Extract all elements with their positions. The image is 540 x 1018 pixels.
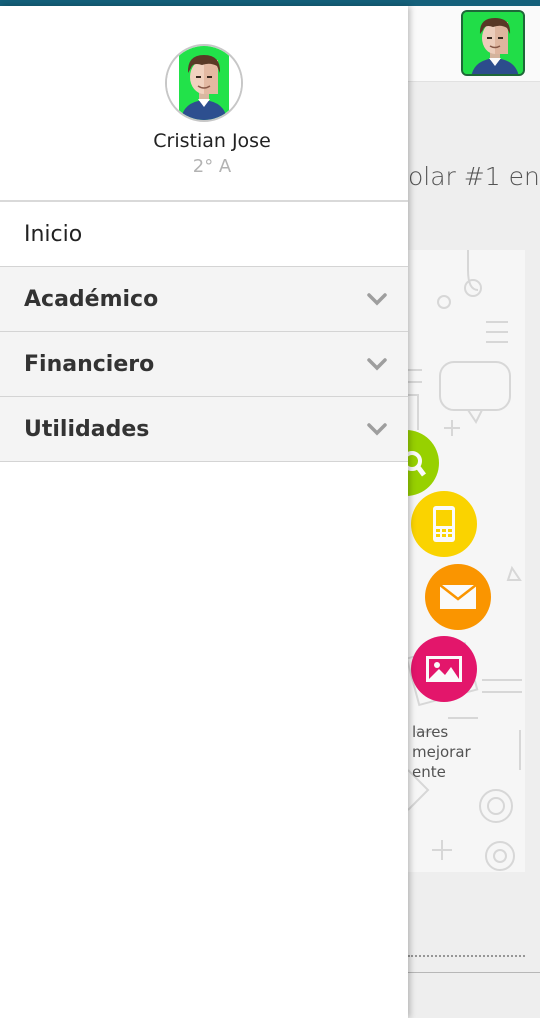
- menu-item-academico[interactable]: Académico: [0, 267, 408, 332]
- profile-name: Cristian Jose: [153, 130, 271, 152]
- drawer-profile-header: Cristian Jose 2° A: [0, 6, 408, 202]
- profile-grade: 2° A: [192, 156, 232, 177]
- drawer-scrim[interactable]: [408, 6, 540, 1018]
- chevron-down-icon: [367, 423, 387, 436]
- menu-item-label: Utilidades: [24, 416, 150, 442]
- navigation-drawer: Cristian Jose 2° A Inicio Académico Fina…: [0, 6, 408, 1018]
- menu-item-label: Financiero: [24, 351, 155, 377]
- menu-item-label: Inicio: [24, 221, 83, 247]
- menu-item-financiero[interactable]: Financiero: [0, 332, 408, 397]
- menu-item-label: Académico: [24, 286, 159, 312]
- chevron-down-icon: [367, 358, 387, 371]
- menu-item-utilidades[interactable]: Utilidades: [0, 397, 408, 462]
- chevron-down-icon: [367, 293, 387, 306]
- student-avatar-icon: [167, 46, 241, 120]
- menu-item-inicio[interactable]: Inicio: [0, 202, 408, 267]
- profile-avatar[interactable]: [165, 44, 243, 122]
